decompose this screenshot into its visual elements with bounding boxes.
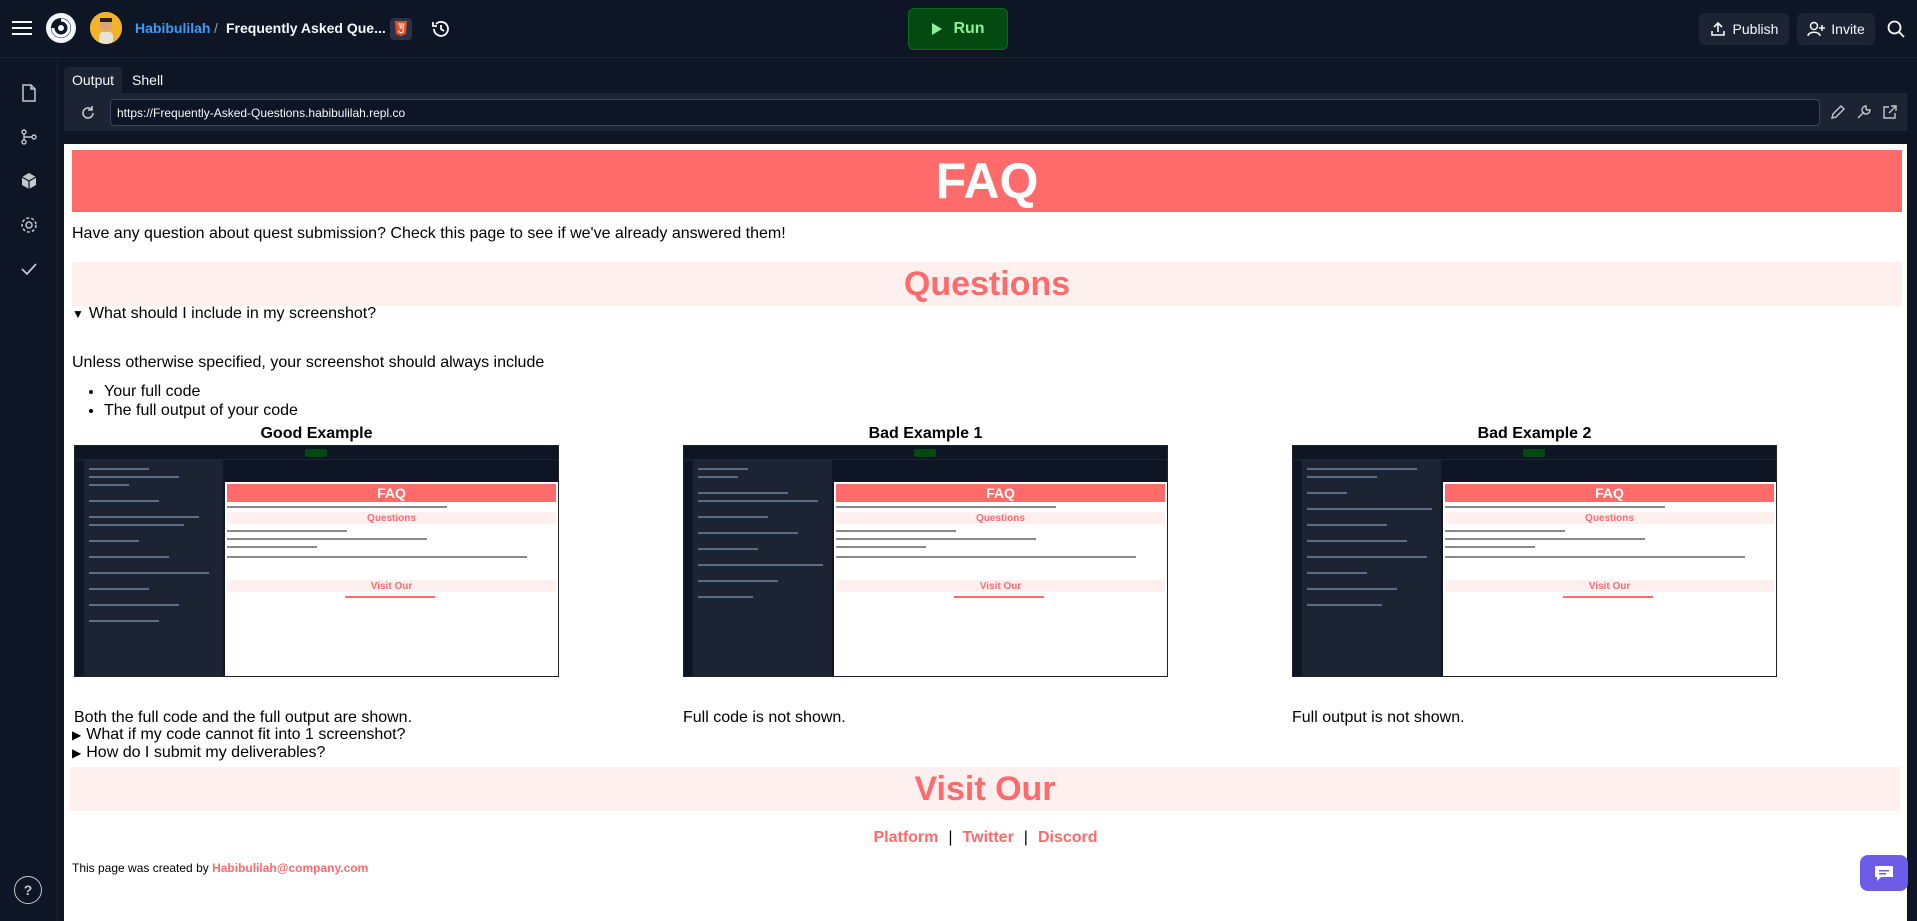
panel-tabs: Output Shell [64, 67, 171, 93]
play-icon [932, 23, 943, 35]
publish-label: Publish [1732, 21, 1779, 37]
open-new-tab-icon[interactable] [1882, 104, 1900, 122]
example-title-bad-2: Bad Example 2 [1477, 425, 1592, 442]
example-screenshot-good: FAQ Questions Visit Our [74, 445, 559, 677]
url-input[interactable] [110, 99, 1820, 126]
example-caption-bad-2: Full output is not shown. [1292, 709, 1465, 726]
expanded-triangle-icon: ▼ [72, 307, 84, 321]
run-button[interactable]: Run [908, 8, 1008, 50]
list-item: The full output of your code [104, 401, 298, 420]
page-title: FAQ [72, 150, 1902, 212]
question-1-label: What should I include in my screenshot? [88, 305, 377, 322]
link-twitter[interactable]: Twitter [963, 829, 1014, 846]
faq-question-1[interactable]: ▼ What should I include in my screenshot… [72, 305, 376, 323]
add-user-icon [1807, 21, 1826, 37]
breadcrumb-separator: / [214, 20, 218, 36]
files-icon[interactable] [15, 79, 43, 107]
publish-button[interactable]: Publish [1699, 13, 1789, 45]
collapsed-triangle-icon: ▶ [72, 728, 82, 742]
social-links: Platform | Twitter | Discord [64, 829, 1907, 847]
example-screenshot-bad-1: FAQ Questions Visit Our [683, 445, 1168, 677]
search-icon[interactable] [1883, 16, 1909, 42]
footer-email[interactable]: Habibulilah@company.com [212, 861, 368, 875]
question-2-label: What if my code cannot fit into 1 screen… [86, 726, 406, 743]
chat-icon[interactable] [1860, 855, 1908, 891]
link-platform[interactable]: Platform [873, 829, 938, 846]
invite-label: Invite [1831, 21, 1865, 37]
devtools-wrench-icon[interactable] [1856, 104, 1874, 122]
history-icon[interactable] [428, 16, 454, 42]
checkmark-icon[interactable] [15, 255, 43, 283]
packages-icon[interactable] [15, 167, 43, 195]
link-divider: | [948, 829, 953, 846]
example-caption-good: Both the full code and the full output a… [74, 709, 413, 726]
breadcrumb-username[interactable]: Habibulilah [135, 20, 210, 36]
tab-output[interactable]: Output [64, 67, 123, 93]
run-label: Run [953, 20, 985, 37]
settings-gear-icon[interactable] [15, 211, 43, 239]
faq-question-2[interactable]: ▶ What if my code cannot fit into 1 scre… [72, 726, 406, 744]
menu-icon[interactable] [8, 14, 36, 42]
version-control-icon[interactable] [15, 123, 43, 151]
replit-logo-icon[interactable] [45, 12, 77, 44]
link-divider: | [1023, 829, 1028, 846]
visit-heading: Visit Our [70, 767, 1900, 811]
webview-toolbar [64, 93, 1907, 131]
breadcrumb-repl-name[interactable]: Frequently Asked Que... [226, 20, 386, 36]
avatar[interactable] [90, 12, 122, 44]
upload-icon [1710, 21, 1725, 36]
help-icon[interactable]: ? [14, 876, 42, 904]
example-title-bad-1: Bad Example 1 [868, 425, 983, 442]
top-bar: Habibulilah / Frequently Asked Que... Ru… [0, 0, 1917, 58]
intro-text: Have any question about quest submission… [72, 225, 786, 242]
example-title-good: Good Example [260, 425, 373, 442]
footer-prefix: This page was created by [72, 861, 213, 875]
sidebar: ? [0, 59, 58, 921]
edit-pencil-icon[interactable] [1830, 104, 1848, 122]
footer-text: This page was created by Habibulilah@com… [72, 861, 368, 875]
answer-list: Your full code The full output of your c… [104, 382, 298, 420]
collapsed-triangle-icon: ▶ [72, 746, 82, 760]
example-caption-bad-1: Full code is not shown. [683, 709, 846, 726]
answer-text: Unless otherwise specified, your screens… [72, 354, 545, 371]
reload-icon[interactable] [80, 105, 96, 121]
faq-question-3[interactable]: ▶ How do I submit my deliverables? [72, 744, 325, 762]
questions-heading: Questions [72, 262, 1902, 306]
question-3-label: How do I submit my deliverables? [86, 744, 326, 761]
html5-icon [390, 18, 412, 40]
list-item: Your full code [104, 382, 298, 401]
tab-shell[interactable]: Shell [124, 67, 171, 93]
example-screenshot-bad-2: FAQ Questions Visit Our [1292, 445, 1777, 677]
link-discord[interactable]: Discord [1038, 829, 1098, 846]
invite-button[interactable]: Invite [1797, 13, 1875, 45]
